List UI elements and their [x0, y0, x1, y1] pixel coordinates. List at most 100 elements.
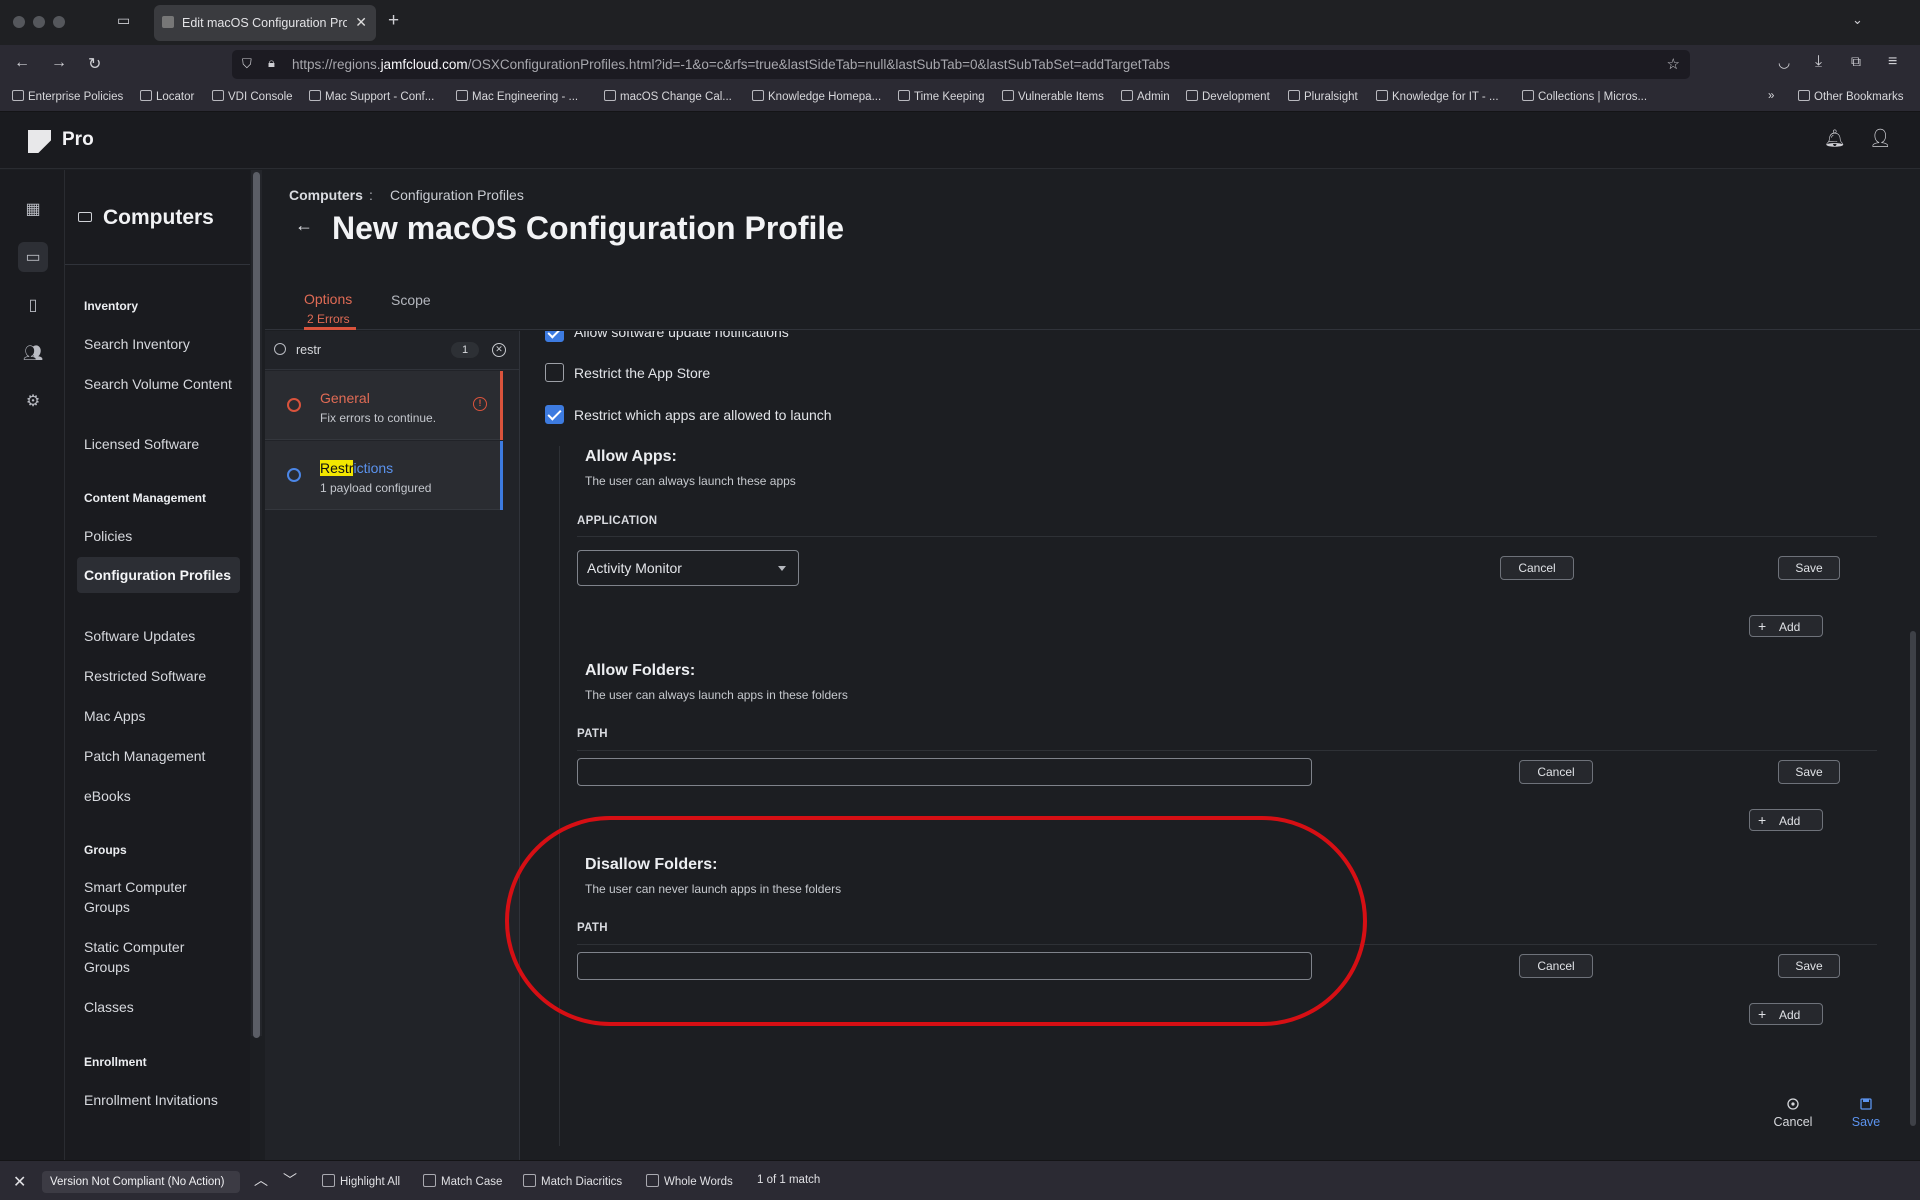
checkbox[interactable] [523, 1174, 536, 1187]
find-option-whole-words[interactable]: Whole Words [646, 1174, 733, 1188]
window-close-button[interactable] [13, 16, 25, 28]
bookmark-item[interactable]: macOS Change Cal... [604, 90, 732, 103]
bookmark-item[interactable]: Time Keeping [898, 90, 985, 103]
computers-icon[interactable]: ▭ [18, 242, 48, 272]
bookmark-item[interactable]: VDI Console [212, 90, 293, 103]
editor-scrollbar[interactable] [1910, 631, 1916, 1126]
allow-folders-add-button[interactable]: + Add [1749, 809, 1823, 831]
sidebar-item-classes[interactable]: Classes [77, 997, 240, 1017]
checkbox[interactable] [322, 1174, 335, 1187]
window-minimize-button[interactable] [33, 16, 45, 28]
sidebar-item-configuration-profiles[interactable]: Configuration Profiles [77, 557, 240, 593]
sidebar-item-software-updates[interactable]: Software Updates [77, 626, 240, 646]
users-icon[interactable]: 👥︎ [18, 338, 48, 368]
checkbox[interactable] [423, 1174, 436, 1187]
tab-list-chevron-icon[interactable]: ⌄ [1852, 12, 1863, 28]
allow-folders-cancel-button[interactable]: Cancel [1519, 760, 1593, 784]
breadcrumb-configuration-profiles[interactable]: Configuration Profiles [390, 187, 524, 203]
find-input[interactable]: Version Not Compliant (No Action) [42, 1171, 240, 1193]
clear-search-icon[interactable]: ✕ [492, 343, 506, 357]
window-zoom-button[interactable] [53, 16, 65, 28]
dashboard-icon[interactable]: ▦ [18, 194, 48, 224]
sidebar-item-ebooks[interactable]: eBooks [77, 786, 240, 806]
devices-icon[interactable]: ▯ [18, 290, 48, 320]
find-previous-icon[interactable]: ︿ [254, 1170, 268, 1190]
bookmark-star-icon[interactable]: ☆ [1667, 55, 1680, 73]
bookmark-item[interactable]: Pluralsight [1288, 90, 1358, 103]
bell-icon[interactable]: 🔔︎ [1824, 129, 1846, 149]
sidebar-item-restricted-software[interactable]: Restricted Software [77, 666, 240, 686]
payload-search-input[interactable]: restr [296, 343, 321, 357]
sidebar-item-static-computer-groups[interactable]: Static Computer Groups [77, 937, 240, 977]
laptop-icon [78, 212, 92, 222]
sidebar-item-mac-apps[interactable]: Mac Apps [77, 706, 240, 726]
bookmark-item[interactable]: Locator [140, 90, 194, 103]
disallow-folders-add-button[interactable]: + Add [1749, 1003, 1823, 1025]
sidebar-item-patch-management[interactable]: Patch Management [77, 746, 240, 766]
checkbox-restrict-apps-launch[interactable] [545, 405, 564, 424]
allow-apps-add-button[interactable]: + Add [1749, 615, 1823, 637]
find-option-match-diacritics[interactable]: Match Diacritics [523, 1174, 622, 1188]
url-bar[interactable]: ⛉ 🔒︎ https://regions.jamfcloud.com/OSXCo… [232, 50, 1690, 79]
disallow-folders-save-button[interactable]: Save [1778, 954, 1840, 978]
find-close-icon[interactable]: ✕ [13, 1172, 26, 1192]
sidebar-item-policies[interactable]: Policies [77, 526, 240, 546]
sidebar-item-licensed-software[interactable]: Licensed Software [77, 434, 240, 454]
find-option-match-case[interactable]: Match Case [423, 1174, 502, 1188]
breadcrumb-computers[interactable]: Computers [289, 187, 363, 203]
payload-search[interactable]: restr 1 ✕ [265, 331, 520, 370]
bookmark-folder[interactable]: Development [1186, 90, 1270, 103]
checkbox-allow-software-update-notifications[interactable] [545, 331, 564, 342]
bookmark-item[interactable]: Knowledge for IT - ... [1376, 90, 1499, 103]
browser-tab-active[interactable]: Edit macOS Configuration Profile ✕ [154, 5, 376, 41]
find-option-highlight-all[interactable]: Highlight All [322, 1174, 400, 1188]
bookmark-item[interactable]: Enterprise Policies [12, 90, 123, 103]
allow-folders-save-button[interactable]: Save [1778, 760, 1840, 784]
reload-icon[interactable]: ↻ [88, 54, 101, 74]
forward-icon[interactable]: → [51, 54, 67, 72]
settings-gear-icon[interactable]: ⚙ [18, 386, 48, 416]
plus-icon: + [1758, 1006, 1767, 1022]
footer-save-button[interactable]: Save [1836, 1098, 1896, 1129]
back-arrow-icon[interactable]: ← [295, 215, 313, 236]
application-select[interactable]: Activity Monitor [577, 550, 799, 586]
tab-scope[interactable]: Scope [391, 292, 431, 308]
sidebar-item-search-inventory[interactable]: Search Inventory [77, 334, 240, 354]
disallow-folders-cancel-button[interactable]: Cancel [1519, 954, 1593, 978]
tab-close-icon[interactable]: ✕ [355, 14, 367, 31]
payload-general[interactable]: General Fix errors to continue. ! [265, 371, 503, 440]
new-tab-icon[interactable]: + [388, 10, 399, 32]
extensions-icon[interactable]: ⧉ [1851, 53, 1861, 70]
tab-overview-icon[interactable]: ▭ [117, 12, 130, 29]
lock-icon[interactable]: 🔒︎ [268, 55, 275, 71]
other-bookmarks[interactable]: Other Bookmarks [1798, 90, 1903, 103]
bookmark-folder[interactable]: Vulnerable Items [1002, 90, 1104, 103]
allow-folders-path-input[interactable] [577, 758, 1312, 786]
allow-apps-save-button[interactable]: Save [1778, 556, 1840, 580]
allow-apps-cancel-button[interactable]: Cancel [1500, 556, 1574, 580]
checkbox-restrict-app-store[interactable] [545, 363, 564, 382]
sidebar-item-smart-computer-groups[interactable]: Smart Computer Groups [77, 877, 240, 917]
shield-icon[interactable]: ⛉ [242, 56, 252, 72]
bookmark-item[interactable]: Mac Engineering - ... [456, 90, 578, 103]
bookmark-item[interactable]: Knowledge Homepa... [752, 90, 881, 103]
scrollbar-thumb[interactable] [253, 172, 260, 1038]
sidebar-item-search-volume-content[interactable]: Search Volume Content [77, 374, 240, 394]
sidebar-scrollbar[interactable] [251, 170, 262, 1038]
back-icon[interactable]: ← [14, 54, 30, 72]
sidebar-item-enrollment-invitations[interactable]: Enrollment Invitations [77, 1090, 240, 1110]
tab-options[interactable]: Options [304, 291, 352, 307]
bookmark-folder[interactable]: Admin [1121, 90, 1170, 103]
bookmarks-overflow-icon[interactable]: » [1768, 90, 1774, 102]
footer-cancel-button[interactable]: Cancel [1763, 1098, 1823, 1129]
error-indicator [500, 371, 503, 440]
checkbox[interactable] [646, 1174, 659, 1187]
payload-restrictions[interactable]: Restrictions 1 payload configured [265, 441, 503, 510]
downloads-icon[interactable]: ⤓ [1815, 53, 1822, 71]
pocket-icon[interactable]: ◡ [1778, 54, 1790, 71]
user-account-icon[interactable]: 👤︎ [1869, 128, 1892, 149]
bookmark-item[interactable]: Mac Support - Conf... [309, 90, 434, 103]
find-next-icon[interactable]: ﹀ [283, 1170, 297, 1190]
menu-icon[interactable]: ≡ [1888, 53, 1897, 71]
bookmark-item[interactable]: Collections | Micros... [1522, 90, 1647, 103]
